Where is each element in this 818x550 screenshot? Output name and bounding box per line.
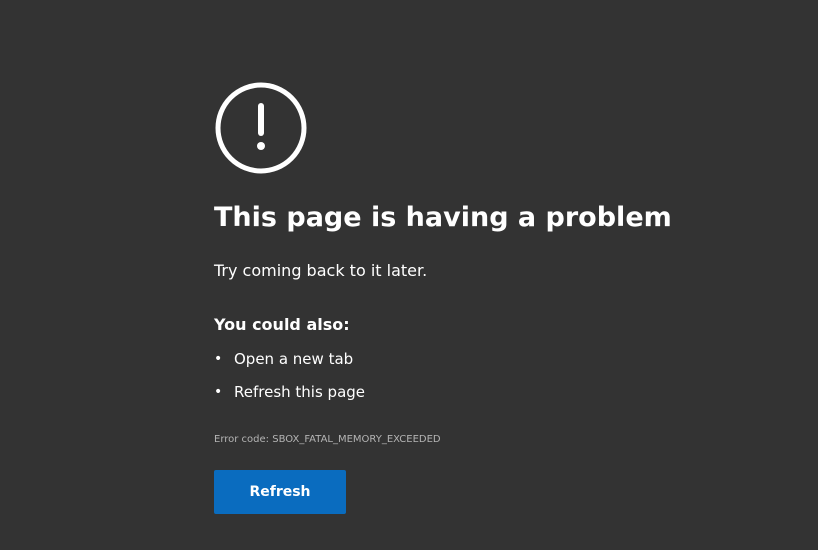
page-title: This page is having a problem [214,202,672,233]
suggestion-refresh-page: Refresh this page [234,383,366,401]
list-item: • Open a new tab [214,349,365,382]
refresh-button[interactable]: Refresh [214,470,346,514]
suggestion-open-new-tab: Open a new tab [234,350,354,368]
suggestions-heading: You could also: [214,315,350,334]
bullet-icon: • [214,384,223,400]
alert-circle-icon [215,82,307,174]
error-code: Error code: SBOX_FATAL_MEMORY_EXCEEDED [214,434,441,445]
error-content: This page is having a problem Try coming… [214,81,774,514]
list-item: • Refresh this page [214,382,365,415]
suggestions-list: • Open a new tab • Refresh this page [214,349,365,415]
bullet-icon: • [214,351,223,367]
error-subtitle: Try coming back to it later. [214,261,428,280]
